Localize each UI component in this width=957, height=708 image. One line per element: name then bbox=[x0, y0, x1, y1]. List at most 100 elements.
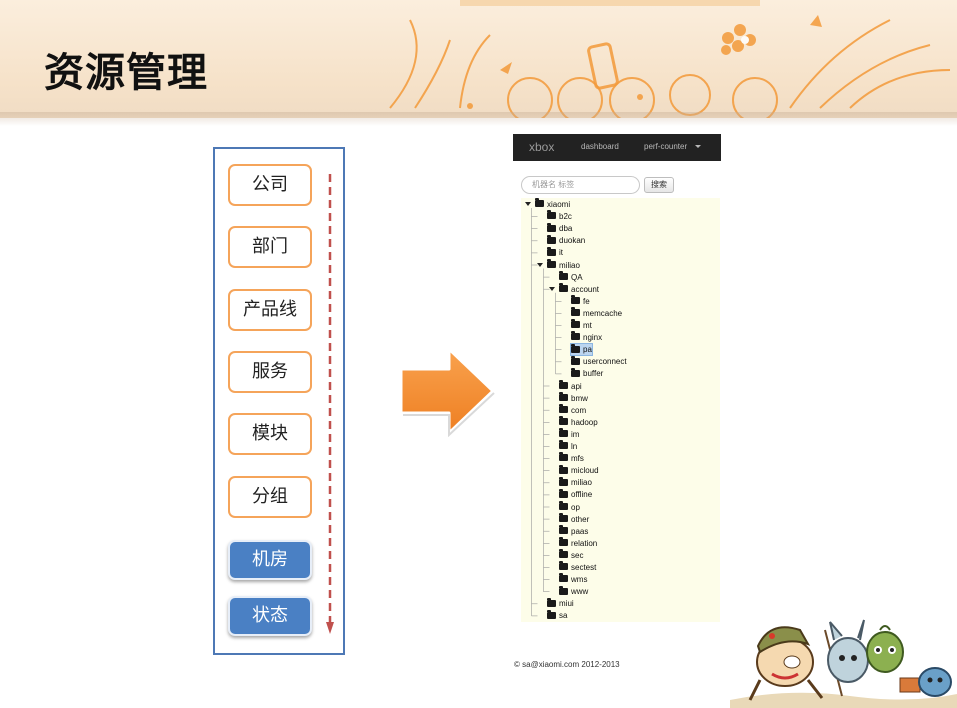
tree-node-label: paas bbox=[571, 526, 589, 536]
hierarchy-item-group: 分组 bbox=[228, 476, 312, 518]
tree-node[interactable]: mt bbox=[571, 319, 592, 331]
caret-down-icon[interactable] bbox=[695, 145, 701, 148]
tree-node[interactable]: sec bbox=[559, 549, 584, 561]
tree-node[interactable]: im bbox=[559, 428, 580, 440]
tree-node-label: relation bbox=[571, 538, 598, 548]
tree-node[interactable]: sa bbox=[547, 609, 567, 621]
folder-icon bbox=[571, 307, 580, 317]
tree-node-label: bmw bbox=[571, 393, 588, 403]
xbox-app-screenshot: xbox dashboard perf-counter 机器名 标签 搜索 xi… bbox=[513, 134, 721, 674]
tree-node-label: com bbox=[571, 405, 587, 415]
tree-node[interactable]: relation bbox=[559, 537, 598, 549]
tree-node-label: pa bbox=[583, 345, 592, 355]
folder-icon bbox=[535, 198, 544, 208]
tree-node[interactable]: ln bbox=[559, 440, 577, 452]
tree-node[interactable]: micloud bbox=[559, 464, 599, 476]
arrow-right-icon bbox=[399, 347, 495, 437]
hierarchy-panel: 公司 部门 产品线 服务 模块 分组 机房 状态 bbox=[213, 147, 345, 655]
tree-node[interactable]: offline bbox=[559, 488, 592, 500]
hierarchy-item-company: 公司 bbox=[228, 164, 312, 206]
expand-toggle-icon[interactable] bbox=[549, 286, 555, 291]
tree-node-label: QA bbox=[571, 272, 583, 282]
tree-node-label: miliao bbox=[571, 478, 592, 488]
tree-node[interactable]: wms bbox=[559, 573, 588, 585]
tree-node[interactable]: api bbox=[559, 379, 582, 392]
tree-node[interactable]: it bbox=[547, 246, 563, 258]
nav-dashboard-link[interactable]: dashboard bbox=[581, 142, 619, 151]
folder-icon bbox=[559, 537, 568, 547]
tree-node[interactable]: www bbox=[559, 585, 588, 597]
tree-node[interactable]: account bbox=[549, 283, 600, 295]
top-navbar: xbox dashboard perf-counter bbox=[513, 134, 721, 161]
tree-node[interactable]: op bbox=[559, 500, 580, 513]
tree-node[interactable]: other bbox=[559, 512, 590, 525]
tree-node-label: miliao bbox=[559, 260, 580, 270]
folder-icon bbox=[571, 319, 580, 329]
page-title: 资源管理 bbox=[44, 50, 208, 96]
folder-icon bbox=[547, 597, 556, 607]
tree-node[interactable]: nginx bbox=[571, 331, 603, 343]
tree-node-label: hadoop bbox=[571, 417, 598, 427]
folder-icon bbox=[559, 452, 568, 462]
brand-logo[interactable]: xbox bbox=[529, 140, 554, 154]
tree-node[interactable]: dba bbox=[547, 222, 572, 234]
tree-node[interactable]: hadoop bbox=[559, 416, 598, 428]
folder-icon bbox=[571, 343, 580, 353]
tree-node[interactable]: b2c bbox=[547, 210, 572, 222]
folder-icon bbox=[559, 500, 568, 510]
folder-icon bbox=[559, 525, 568, 535]
tree-node[interactable]: userconnect bbox=[571, 355, 627, 367]
folder-icon bbox=[547, 246, 556, 256]
folder-icon bbox=[559, 464, 568, 474]
tree-node-label: api bbox=[571, 381, 582, 391]
tree-node[interactable]: QA bbox=[559, 270, 583, 283]
tree-node[interactable]: miui bbox=[547, 597, 574, 609]
tree-node-label: mfs bbox=[571, 454, 584, 464]
folder-icon bbox=[559, 585, 568, 595]
folder-icon bbox=[547, 234, 556, 244]
tree-node[interactable]: mfs bbox=[559, 452, 584, 464]
folder-icon bbox=[559, 404, 568, 414]
tree-node[interactable]: miliao bbox=[537, 258, 580, 271]
tree-node-label: other bbox=[571, 514, 590, 524]
tree-node[interactable]: xiaomi bbox=[525, 198, 570, 210]
tree-node[interactable]: duokan bbox=[547, 234, 586, 246]
folder-icon bbox=[559, 416, 568, 426]
tree-node-label: it bbox=[559, 248, 563, 258]
tree-node-label: b2c bbox=[559, 212, 572, 222]
tree-node-label: sec bbox=[571, 550, 584, 560]
tree-node[interactable]: fe bbox=[571, 295, 590, 307]
expand-toggle-icon[interactable] bbox=[537, 262, 543, 267]
tree-node-label: account bbox=[571, 284, 600, 294]
tree-node-label: buffer bbox=[583, 369, 604, 379]
mascot-image bbox=[730, 619, 957, 708]
folder-icon bbox=[559, 283, 568, 293]
folder-icon bbox=[559, 270, 568, 280]
tree-node[interactable]: com bbox=[559, 404, 587, 416]
tree-node[interactable]: buffer bbox=[571, 367, 604, 379]
search-input[interactable]: 机器名 标签 bbox=[521, 176, 640, 194]
tree-node-label: im bbox=[571, 429, 580, 439]
tree-node[interactable]: bmw bbox=[559, 391, 588, 404]
tree-node-label: wms bbox=[571, 575, 588, 585]
tree-node[interactable]: pa bbox=[570, 343, 593, 357]
folder-icon bbox=[571, 355, 580, 365]
folder-icon bbox=[547, 258, 556, 268]
folder-icon bbox=[559, 561, 568, 571]
nav-perf-counter-menu[interactable]: perf-counter bbox=[644, 142, 687, 151]
expand-toggle-icon[interactable] bbox=[525, 202, 531, 206]
tree-node[interactable]: sectest bbox=[559, 561, 596, 573]
tree-node[interactable]: paas bbox=[559, 525, 589, 537]
folder-icon bbox=[571, 367, 580, 377]
tree-node-label: duokan bbox=[559, 236, 586, 246]
resource-tree: xiaomi b2c dba duokan it miliao QA account fe mem… bbox=[521, 198, 720, 622]
tree-node-label: mt bbox=[583, 321, 592, 330]
tree-node-label: nginx bbox=[583, 333, 603, 343]
hierarchy-item-datacenter: 机房 bbox=[228, 540, 312, 580]
search-button[interactable]: 搜索 bbox=[644, 177, 674, 193]
folder-icon bbox=[571, 331, 580, 341]
folder-icon bbox=[559, 391, 568, 401]
hierarchy-item-service: 服务 bbox=[228, 351, 312, 393]
tree-node[interactable]: memcache bbox=[571, 307, 622, 319]
tree-node[interactable]: miliao bbox=[559, 476, 592, 488]
